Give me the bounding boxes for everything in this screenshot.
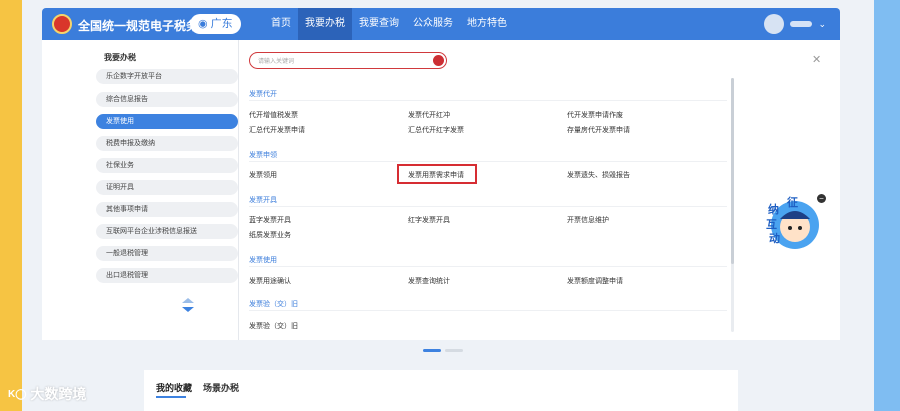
section-title-invoice-issue-proxy: 发票代开 <box>249 91 277 98</box>
watermark-logo-icon: K◯ <box>8 388 27 400</box>
chevron-down-icon[interactable]: ⌄ <box>818 19 826 30</box>
watermark-text: 大数跨境 <box>30 386 87 402</box>
menu-link[interactable]: 汇总代开发票申请 <box>249 125 305 135</box>
sidebar-item-leqi[interactable]: 乐企数字开放平台 <box>96 69 238 84</box>
sidebar-item-platform-report[interactable]: 互联网平台企业涉税信息报送 <box>96 224 238 239</box>
main-nav: 首页 我要办税 我要查询 公众服务 地方特色 <box>264 8 514 40</box>
sidebar-item-refund[interactable]: 一般退税管理 <box>96 246 238 261</box>
sidebar-item-export-refund[interactable]: 出口退税管理 <box>96 268 238 283</box>
divider <box>249 206 727 207</box>
divider <box>249 100 727 101</box>
menu-link[interactable]: 发票额度调整申请 <box>567 276 623 286</box>
nav-tax-handling[interactable]: 我要办税 <box>298 8 352 40</box>
menu-link[interactable]: 代开发票申请作废 <box>567 110 623 120</box>
close-icon[interactable]: ✕ <box>812 53 821 66</box>
menu-content <box>238 40 737 340</box>
nav-query[interactable]: 我要查询 <box>352 8 406 40</box>
menu-link[interactable]: 发票查询统计 <box>408 276 450 286</box>
nav-public-service[interactable]: 公众服务 <box>406 8 460 40</box>
section-title-invoice-usage: 发票使用 <box>249 257 277 264</box>
menu-link[interactable]: 红字发票开具 <box>408 215 450 225</box>
location-icon: ◉ <box>198 18 208 30</box>
region-selector[interactable]: ◉ 广东 <box>190 14 241 34</box>
divider <box>249 161 727 162</box>
sidebar-scroll-icon[interactable] <box>182 298 194 312</box>
search-icon[interactable] <box>433 55 444 66</box>
sidebar-item-tax-declare[interactable]: 税费申报及缴纳 <box>96 136 238 151</box>
menu-link[interactable]: 发票验（交）旧 <box>249 321 298 331</box>
region-label: 广东 <box>210 18 233 30</box>
menu-link[interactable]: 发票领用 <box>249 170 277 180</box>
menu-link[interactable]: 汇总代开红字发票 <box>408 125 464 135</box>
active-tab-indicator <box>156 396 186 398</box>
sidebar-item-info-report[interactable]: 综合信息报告 <box>96 92 238 107</box>
section-title-invoice-return: 发票验（交）旧 <box>249 301 298 308</box>
highlight-box <box>397 164 477 184</box>
tab-favorites[interactable]: 我的收藏 <box>156 381 192 394</box>
nav-local-features[interactable]: 地方特色 <box>460 8 514 40</box>
sidebar-item-other-application[interactable]: 其他事项申请 <box>96 202 238 217</box>
user-name-masked <box>790 21 813 27</box>
pager-dot-active[interactable] <box>423 349 441 352</box>
search-box[interactable]: 请输入关键词 <box>249 52 447 69</box>
sidebar-item-invoice-use[interactable]: 发票使用 <box>96 114 238 129</box>
sidebar-title: 我要办税 <box>104 53 136 62</box>
pager-dot[interactable] <box>445 349 463 352</box>
nav-home[interactable]: 首页 <box>264 8 298 40</box>
section-title-invoice-apply: 发票申领 <box>249 152 277 159</box>
sidebar-item-certificate[interactable]: 证明开具 <box>96 180 238 195</box>
mascot-char: 征 <box>787 197 798 209</box>
divider <box>249 266 727 267</box>
menu-link[interactable]: 纸质发票业务 <box>249 230 291 240</box>
carousel-pager <box>423 349 463 352</box>
menu-link[interactable]: 发票用途确认 <box>249 276 291 286</box>
scrollbar-thumb[interactable] <box>731 78 734 264</box>
menu-link[interactable]: 发票遗失、损毁报告 <box>567 170 630 180</box>
menu-link[interactable]: 代开增值税发票 <box>249 110 298 120</box>
menu-link[interactable]: 蓝字发票开具 <box>249 215 291 225</box>
tax-emblem-icon <box>52 14 72 34</box>
user-menu[interactable]: ⌄ <box>764 14 826 34</box>
mascot-close-icon[interactable]: − <box>817 194 826 203</box>
mascot-char: 纳 <box>768 204 779 216</box>
tab-scenario[interactable]: 场景办税 <box>203 381 239 394</box>
search-input[interactable]: 请输入关键词 <box>258 56 294 65</box>
top-bar: 全国统一规范电子税务局 ◉ 广东 首页 我要办税 我要查询 公众服务 地方特色 … <box>42 8 840 40</box>
menu-link[interactable]: 存量房代开发票申请 <box>567 125 630 135</box>
watermark: K◯ 大数跨境 <box>8 384 86 404</box>
left-border <box>0 0 22 411</box>
menu-link[interactable]: 开票信息维护 <box>567 215 609 225</box>
right-border <box>874 0 900 411</box>
sidebar-item-social-security[interactable]: 社保业务 <box>96 158 238 173</box>
divider <box>249 310 727 311</box>
menu-link[interactable]: 发票代开红冲 <box>408 110 450 120</box>
section-title-invoice-issuing: 发票开具 <box>249 197 277 204</box>
mascot-char: 动 <box>769 233 780 245</box>
avatar[interactable] <box>764 14 785 34</box>
